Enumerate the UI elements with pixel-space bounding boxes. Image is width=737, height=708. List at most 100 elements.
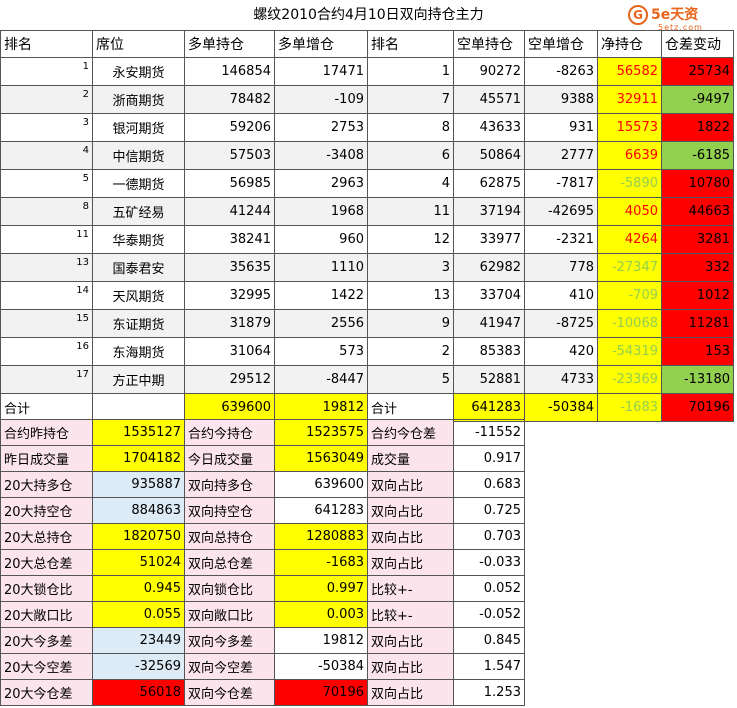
short-position-cell: 62982 — [453, 253, 525, 282]
broker-name-cell: 东海期货 — [92, 337, 185, 366]
long-change-cell: 2753 — [274, 113, 368, 142]
summary-label: 双向锁仓比 — [184, 575, 275, 602]
summary-value: 1523575 — [274, 419, 368, 446]
summary-row: 20大今空差 -32569 双向今空差 -50384 双向占比 1.547 — [0, 653, 525, 680]
net-position-cell: 32911 — [597, 85, 662, 114]
summary-value: 23449 — [92, 627, 185, 654]
long-change-cell: 2556 — [274, 309, 368, 338]
summary-row: 20大锁仓比 0.945 双向锁仓比 0.997 比较+- 0.052 — [0, 575, 525, 602]
summary-row: 20大总仓差 51024 双向总仓差 -1683 双向占比 -0.033 — [0, 549, 525, 576]
short-rank-cell: 3 — [367, 253, 454, 282]
total-long-cell: 639600 — [184, 393, 275, 422]
net-position-cell: -10068 — [597, 309, 662, 338]
summary-row: 20大今仓差 56018 双向今仓差 70196 双向占比 1.253 — [0, 679, 525, 706]
short-rank-cell: 9 — [367, 309, 454, 338]
position-diff-cell: 25734 — [661, 57, 734, 86]
summary-value: 1820750 — [92, 523, 185, 550]
broker-name-cell: 华泰期货 — [92, 225, 185, 254]
summary-value: 1280883 — [274, 523, 368, 550]
summary-label: 昨日成交量 — [0, 445, 93, 472]
summary-label: 20大持多仓 — [0, 471, 93, 498]
broker-name-cell: 国泰君安 — [92, 253, 185, 282]
summary-row: 20大持多仓 935887 双向持多仓 639600 双向占比 0.683 — [0, 471, 525, 498]
net-position-cell: -5890 — [597, 169, 662, 198]
position-diff-cell: 44663 — [661, 197, 734, 226]
short-rank-cell: 1 — [367, 57, 454, 86]
short-position-cell: 33977 — [453, 225, 525, 254]
summary-label: 双向持多仓 — [184, 471, 275, 498]
long-position-cell: 59206 — [184, 113, 275, 142]
summary-label: 双向占比 — [367, 679, 454, 706]
total-label: 合计 — [0, 393, 93, 422]
summary-value: 884863 — [92, 497, 185, 524]
summary-value: -11552 — [453, 419, 525, 446]
logo-text: 5e天资 — [651, 7, 699, 23]
summary-value: 1.253 — [453, 679, 525, 706]
column-header: 多单持仓 — [184, 30, 275, 58]
long-position-cell: 29512 — [184, 365, 275, 394]
summary-value: -50384 — [274, 653, 368, 680]
summary-row: 20大持空仓 884863 双向持空仓 641283 双向占比 0.725 — [0, 497, 525, 524]
table-row: 2 浙商期货 78482 -109 7 45571 9388 32911 -9497 — [0, 85, 734, 114]
short-change-cell: 778 — [524, 253, 598, 282]
summary-value: 639600 — [274, 471, 368, 498]
summary-row: 20大今多差 23449 双向今多差 19812 双向占比 0.845 — [0, 627, 525, 654]
table-row: 4 中信期货 57503 -3408 6 50864 2777 6639 -6185 — [0, 141, 734, 170]
broker-name-cell: 银河期货 — [92, 113, 185, 142]
summary-label: 双向占比 — [367, 653, 454, 680]
table-row: 11 华泰期货 38241 960 12 33977 -2321 4264 3281 — [0, 225, 734, 254]
total-short-cell: 641283 — [453, 393, 525, 422]
net-position-cell: -23369 — [597, 365, 662, 394]
rank-cell: 5 — [0, 169, 93, 198]
summary-label: 合约今仓差 — [367, 419, 454, 446]
column-header: 多单增仓 — [274, 30, 368, 58]
short-rank-cell: 8 — [367, 113, 454, 142]
total-net-cell: -1683 — [597, 393, 662, 422]
net-position-cell: 6639 — [597, 141, 662, 170]
page-title: 螺纹2010合约4月10日双向持仓主力 — [253, 7, 484, 23]
summary-label: 双向占比 — [367, 523, 454, 550]
rank-cell: 17 — [0, 365, 93, 394]
position-diff-cell: 3281 — [661, 225, 734, 254]
long-position-cell: 38241 — [184, 225, 275, 254]
summary-table: 合约昨持仓 1535127 合约今持仓 1523575 合约今仓差 -11552 昨日成交量… — [0, 419, 525, 706]
rank-cell: 16 — [0, 337, 93, 366]
short-position-cell: 41947 — [453, 309, 525, 338]
summary-value: 935887 — [92, 471, 185, 498]
long-change-cell: 17471 — [274, 57, 368, 86]
long-position-cell: 31879 — [184, 309, 275, 338]
short-rank-cell: 2 — [367, 337, 454, 366]
position-diff-cell: 10780 — [661, 169, 734, 198]
summary-label: 比较+- — [367, 601, 454, 628]
position-diff-cell: 1012 — [661, 281, 734, 310]
long-change-cell: 1968 — [274, 197, 368, 226]
summary-row: 20大敞口比 0.055 双向敞口比 0.003 比较+- -0.052 — [0, 601, 525, 628]
long-change-cell: -109 — [274, 85, 368, 114]
summary-label: 双向今多差 — [184, 627, 275, 654]
broker-name-cell: 浙商期货 — [92, 85, 185, 114]
rank-cell: 4 — [0, 141, 93, 170]
long-change-cell: 573 — [274, 337, 368, 366]
summary-value: 0.055 — [92, 601, 185, 628]
summary-value: 0.997 — [274, 575, 368, 602]
summary-label: 双向总持仓 — [184, 523, 275, 550]
table-row: 17 方正中期 29512 -8447 5 52881 4733 -23369 -13180 — [0, 365, 734, 394]
summary-value: -1683 — [274, 549, 368, 576]
summary-label: 今日成交量 — [184, 445, 275, 472]
short-change-cell: -8263 — [524, 57, 598, 86]
broker-name-cell: 天风期货 — [92, 281, 185, 310]
summary-value: 1704182 — [92, 445, 185, 472]
summary-label: 20大今仓差 — [0, 679, 93, 706]
column-header: 排名 — [367, 30, 454, 58]
net-position-cell: -27347 — [597, 253, 662, 282]
summary-label: 20大敞口比 — [0, 601, 93, 628]
table-header-row: 排名 席位 多单持仓 多单增仓 排名 空单持仓 空单增仓 净持仓 仓差变动 — [0, 30, 734, 58]
table-row: 5 一德期货 56985 2963 4 62875 -7817 -5890 10780 — [0, 169, 734, 198]
summary-label: 20大今空差 — [0, 653, 93, 680]
long-position-cell: 41244 — [184, 197, 275, 226]
summary-label: 双向今仓差 — [184, 679, 275, 706]
short-rank-cell: 6 — [367, 141, 454, 170]
rank-cell: 8 — [0, 197, 93, 226]
summary-row: 合约昨持仓 1535127 合约今持仓 1523575 合约今仓差 -11552 — [0, 419, 525, 446]
table-row: 14 天风期货 32995 1422 13 33704 410 -709 1012 — [0, 281, 734, 310]
